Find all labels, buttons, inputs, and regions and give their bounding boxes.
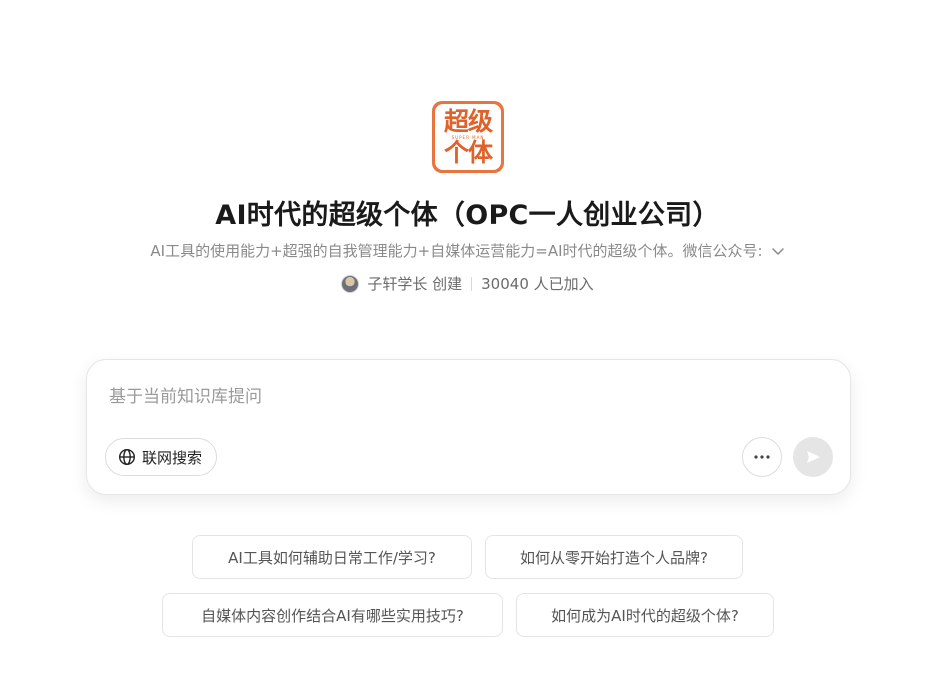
- meta-row: 子轩学长 创建 30040 人已加入: [0, 273, 935, 294]
- suggestion-chip[interactable]: AI工具如何辅助日常工作/学习?: [192, 535, 472, 579]
- more-options-button[interactable]: [742, 437, 782, 477]
- send-icon: [807, 451, 820, 463]
- ellipsis-icon: [754, 455, 770, 459]
- member-count: 30040 人已加入: [481, 275, 594, 293]
- suggestion-chip[interactable]: 如何从零开始打造个人品牌?: [485, 535, 743, 579]
- kb-logo: 超级 SUPER MAN 个体: [432, 101, 504, 173]
- chevron-down-icon[interactable]: [771, 244, 785, 258]
- suggestion-chip[interactable]: 如何成为AI时代的超级个体?: [516, 593, 774, 637]
- description-row[interactable]: AI工具的使用能力+超强的自我管理能力+自媒体运营能力=AI时代的超级个体。微信…: [0, 240, 935, 261]
- divider: [471, 276, 473, 291]
- web-search-label: 联网搜索: [142, 448, 203, 467]
- question-input-card: 基于当前知识库提问 联网搜索: [86, 359, 851, 495]
- knowledge-base-home: 超级 SUPER MAN 个体 AI时代的超级个体（OPC一人创业公司） AI工…: [0, 0, 935, 673]
- globe-icon: [118, 448, 136, 466]
- suggestion-chip[interactable]: 自媒体内容创作结合AI有哪些实用技巧?: [162, 593, 503, 637]
- kb-logo-inner: 超级 SUPER MAN 个体: [435, 104, 501, 170]
- creator-text[interactable]: 子轩学长 创建: [367, 273, 462, 294]
- description-text: AI工具的使用能力+超强的自我管理能力+自媒体运营能力=AI时代的超级个体。微信…: [150, 242, 763, 260]
- page-title: AI时代的超级个体（OPC一人创业公司）: [215, 200, 720, 231]
- logo-text-line1: 超级: [443, 106, 493, 136]
- question-input[interactable]: 基于当前知识库提问: [109, 382, 262, 407]
- web-search-button[interactable]: 联网搜索: [105, 438, 218, 476]
- send-button[interactable]: [793, 437, 833, 477]
- creator-avatar[interactable]: [341, 274, 360, 293]
- logo-text-line2: 个体: [443, 137, 493, 167]
